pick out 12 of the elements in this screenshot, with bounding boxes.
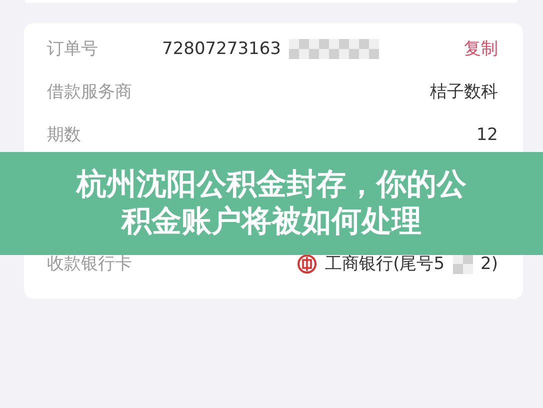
field-label: 收款银行卡 (47, 253, 132, 275)
copy-link[interactable]: 复制 (464, 37, 498, 60)
bank-logo-icon (297, 254, 318, 274)
field-label: 期数 (47, 124, 81, 146)
field-value: 桔子数科 (430, 81, 498, 103)
field-value: 工商银行(尾号5 (325, 253, 445, 275)
field-label: 借款服务商 (47, 81, 132, 103)
field-value: 12 (476, 124, 498, 144)
field-value: 2) (480, 254, 498, 274)
banner-title: 杭州沈阳公积金封存，你的公积金账户将被如何处理 (74, 166, 468, 240)
order-number: 72807273163 (162, 38, 281, 58)
field-label: 订单号 (47, 38, 98, 60)
